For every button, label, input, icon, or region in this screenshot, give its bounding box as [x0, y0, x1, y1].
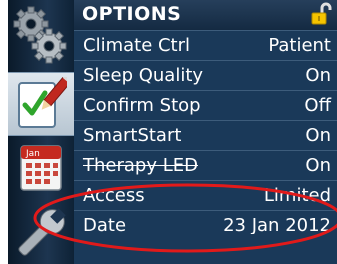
option-value: Off — [304, 95, 331, 116]
option-row-therapy-led[interactable]: Therapy LED On — [74, 150, 337, 180]
option-label: Access — [83, 185, 145, 206]
option-value: Patient — [268, 35, 331, 56]
panel-header: OPTIONS — [74, 0, 337, 30]
option-row-confirm-stop[interactable]: Confirm Stop Off — [74, 90, 337, 120]
option-value: On — [305, 155, 331, 176]
option-row-date[interactable]: Date 23 Jan 2012 — [74, 210, 337, 234]
sidebar-item-calendar[interactable]: Jan — [8, 136, 74, 200]
wrench-icon — [18, 208, 66, 256]
sidebar-item-tools[interactable] — [8, 202, 74, 264]
calendar-icon: Jan — [20, 145, 62, 191]
option-row-sleep-quality[interactable]: Sleep Quality On — [74, 60, 337, 90]
option-label: Date — [83, 215, 127, 234]
option-value: Limited — [263, 185, 331, 206]
gears-icon — [13, 6, 67, 64]
unlocked-padlock-icon — [311, 2, 332, 25]
checklist-pencil-icon — [18, 77, 67, 128]
option-label: Therapy LED — [83, 155, 198, 176]
option-value: On — [305, 65, 331, 86]
sidebar-item-options[interactable] — [8, 72, 74, 136]
device-screen: Jan OPTIONS Climate Ctrl Patient Sleep Q… — [8, 0, 337, 264]
option-label: Climate Ctrl — [83, 35, 191, 56]
calendar-month-label: Jan — [25, 149, 40, 159]
option-label: Sleep Quality — [83, 65, 204, 86]
option-row-access[interactable]: Access Limited — [74, 180, 337, 210]
option-label: SmartStart — [83, 125, 182, 146]
option-row-smartstart[interactable]: SmartStart On — [74, 120, 337, 150]
options-list: Climate Ctrl Patient Sleep Quality On Co… — [74, 30, 337, 234]
options-panel: OPTIONS Climate Ctrl Patient Sleep Quali… — [74, 0, 337, 264]
page-title: OPTIONS — [82, 3, 182, 25]
option-value: 23 Jan 2012 — [223, 215, 331, 234]
sidebar-item-settings[interactable] — [8, 0, 74, 70]
option-row-climate-ctrl[interactable]: Climate Ctrl Patient — [74, 30, 337, 60]
option-value: On — [305, 125, 331, 146]
sidebar: Jan — [8, 0, 74, 264]
option-label: Confirm Stop — [83, 95, 201, 116]
